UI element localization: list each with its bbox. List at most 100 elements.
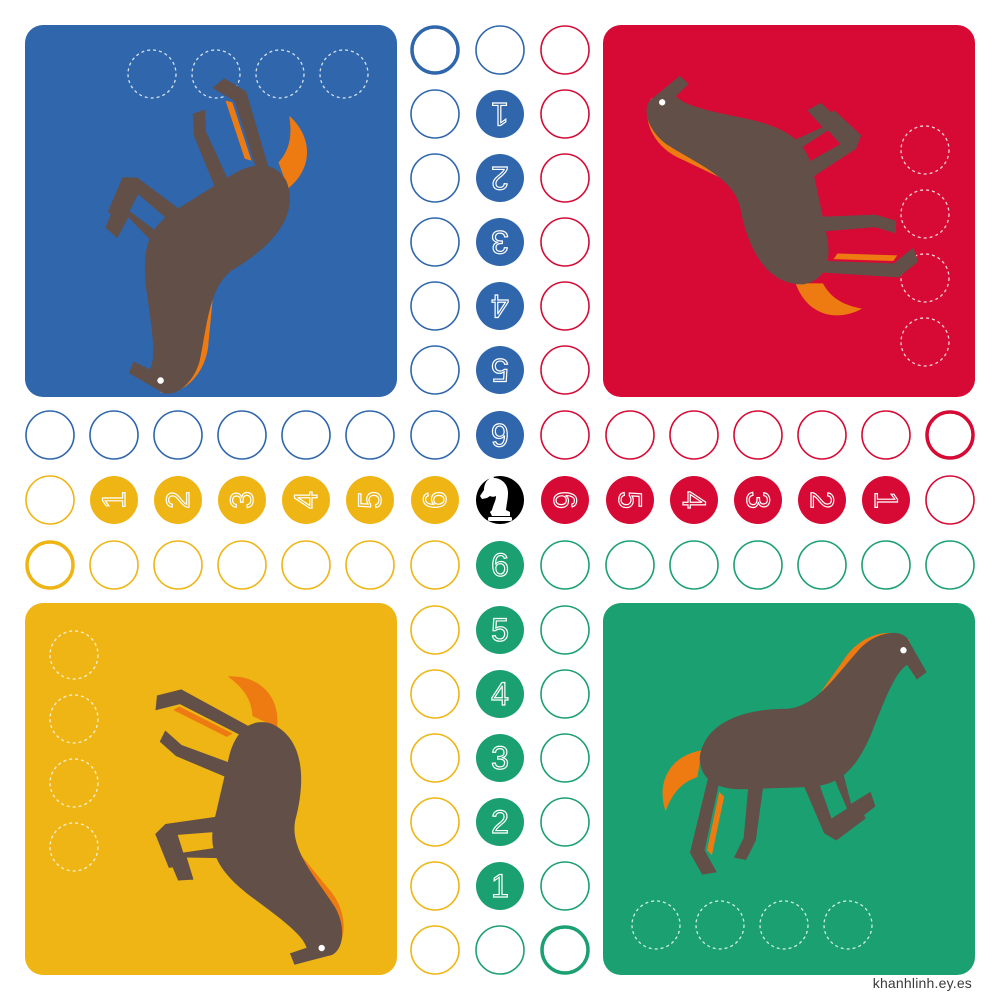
track-cell[interactable]	[540, 345, 590, 395]
entry-cell[interactable]	[540, 925, 590, 975]
track-cell[interactable]	[25, 410, 75, 460]
blue-base	[25, 25, 397, 408]
home-cell-number: 2	[804, 491, 840, 509]
track-cell[interactable]	[797, 540, 847, 590]
yellow-home-cell[interactable]: 5	[346, 476, 394, 524]
home-cell-number: 4	[491, 288, 509, 324]
home-cell-number: 3	[491, 740, 509, 776]
track-cell[interactable]	[410, 797, 460, 847]
green-home-cell[interactable]: 1	[476, 862, 524, 910]
track-cell[interactable]	[540, 217, 590, 267]
entry-cell[interactable]	[410, 25, 460, 75]
track-cell[interactable]	[217, 410, 267, 460]
track-cell[interactable]	[925, 475, 975, 525]
green-home-cell[interactable]: 5	[476, 606, 524, 654]
track-cell[interactable]	[410, 217, 460, 267]
home-cell-number: 2	[491, 804, 509, 840]
entry-cell[interactable]	[925, 410, 975, 460]
track-cell[interactable]	[540, 410, 590, 460]
track-cell[interactable]	[540, 733, 590, 783]
track-cell[interactable]	[410, 410, 460, 460]
green-home-cell[interactable]: 3	[476, 734, 524, 782]
home-cell-number: 1	[96, 491, 132, 509]
track-cell[interactable]	[410, 89, 460, 139]
track-cell[interactable]	[475, 25, 525, 75]
track-cell[interactable]	[89, 410, 139, 460]
track-cell[interactable]	[605, 410, 655, 460]
track-cell[interactable]	[89, 540, 139, 590]
track-cell[interactable]	[540, 861, 590, 911]
track-cell[interactable]	[540, 540, 590, 590]
track-cell[interactable]	[345, 410, 395, 460]
home-cell-number: 1	[491, 868, 509, 904]
blue-home-cell[interactable]: 5	[476, 346, 524, 394]
red-home-cell[interactable]: 5	[606, 476, 654, 524]
blue-home-cell[interactable]: 3	[476, 218, 524, 266]
track-cell[interactable]	[733, 540, 783, 590]
track-cell[interactable]	[410, 669, 460, 719]
track-cell[interactable]	[540, 669, 590, 719]
green-base	[603, 603, 975, 975]
home-cell-number: 4	[288, 491, 324, 509]
blue-home-cell[interactable]: 6	[476, 411, 524, 459]
track-cell[interactable]	[925, 540, 975, 590]
track-cell[interactable]	[410, 540, 460, 590]
home-cell-number: 6	[491, 417, 509, 453]
yellow-home-cell[interactable]: 1	[90, 476, 138, 524]
track-cell[interactable]	[410, 281, 460, 331]
track-cell[interactable]	[153, 540, 203, 590]
track-cell[interactable]	[475, 925, 525, 975]
home-cell-number: 5	[352, 491, 388, 509]
blue-home-cell[interactable]: 1	[476, 90, 524, 138]
track-cell[interactable]	[410, 605, 460, 655]
green-home-cell[interactable]: 2	[476, 798, 524, 846]
track-cell[interactable]	[861, 540, 911, 590]
red-home-cell[interactable]: 4	[670, 476, 718, 524]
home-cell-number: 5	[491, 612, 509, 648]
track-cell[interactable]	[281, 410, 331, 460]
yellow-home-cell[interactable]: 3	[218, 476, 266, 524]
red-base	[603, 25, 975, 397]
track-cell[interactable]	[281, 540, 331, 590]
track-cell[interactable]	[605, 540, 655, 590]
track-cell[interactable]	[540, 89, 590, 139]
track-cell[interactable]	[217, 540, 267, 590]
track-cell[interactable]	[669, 540, 719, 590]
red-home-cell[interactable]: 2	[798, 476, 846, 524]
home-cell-number: 3	[224, 491, 260, 509]
red-home-cell[interactable]: 6	[541, 476, 589, 524]
home-cell-number: 6	[417, 491, 453, 509]
track-cell[interactable]	[540, 153, 590, 203]
track-cell[interactable]	[540, 281, 590, 331]
track-cell[interactable]	[540, 605, 590, 655]
track-cell[interactable]	[25, 475, 75, 525]
home-cell-number: 4	[676, 491, 712, 509]
track-cell[interactable]	[861, 410, 911, 460]
red-home-cell[interactable]: 3	[734, 476, 782, 524]
track-cell[interactable]	[540, 797, 590, 847]
home-cell-number: 2	[160, 491, 196, 509]
yellow-home-cell[interactable]: 6	[411, 476, 459, 524]
home-cell-number: 3	[491, 224, 509, 260]
track-cell[interactable]	[410, 861, 460, 911]
track-cell[interactable]	[410, 733, 460, 783]
green-home-cell[interactable]: 4	[476, 670, 524, 718]
track-cell[interactable]	[410, 345, 460, 395]
blue-home-cell[interactable]: 2	[476, 154, 524, 202]
track-cell[interactable]	[410, 925, 460, 975]
track-cell[interactable]	[153, 410, 203, 460]
red-home-cell[interactable]: 1	[862, 476, 910, 524]
home-cell-number: 2	[491, 160, 509, 196]
track-cell[interactable]	[669, 410, 719, 460]
green-home-cell[interactable]: 6	[476, 541, 524, 589]
track-cell[interactable]	[797, 410, 847, 460]
yellow-home-cell[interactable]: 2	[154, 476, 202, 524]
entry-cell[interactable]	[25, 540, 75, 590]
track-cell[interactable]	[410, 153, 460, 203]
track-cell[interactable]	[540, 25, 590, 75]
blue-home-cell[interactable]: 4	[476, 282, 524, 330]
home-cell-number: 6	[491, 547, 509, 583]
yellow-home-cell[interactable]: 4	[282, 476, 330, 524]
track-cell[interactable]	[345, 540, 395, 590]
track-cell[interactable]	[733, 410, 783, 460]
